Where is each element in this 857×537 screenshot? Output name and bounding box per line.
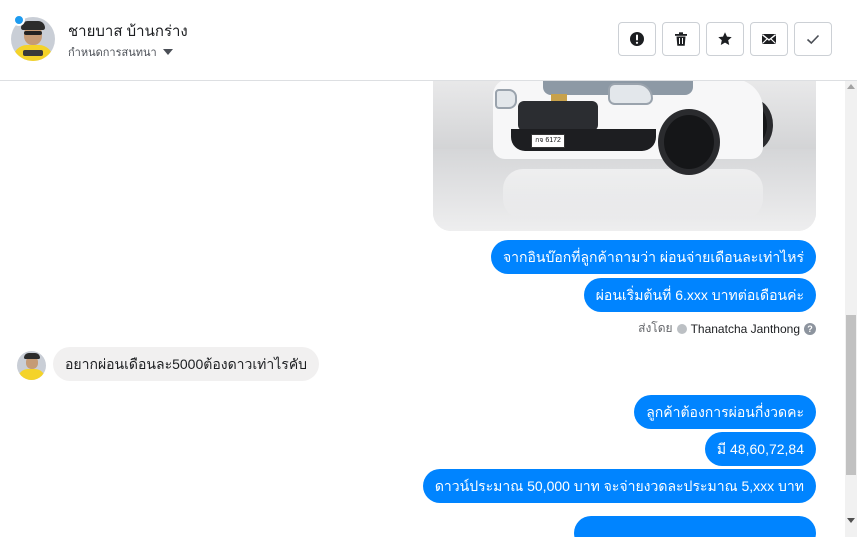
conversation-status-label: กำหนดการสนทนา: [68, 47, 157, 59]
scroll-thumb[interactable]: [846, 315, 856, 475]
outgoing-message[interactable]: จากอินบ๊อกที่ลูกค้าถามว่า ผ่อนจ่ายเดือนล…: [490, 240, 816, 274]
scroll-up-arrow-icon[interactable]: [847, 84, 855, 89]
check-icon: [806, 34, 820, 45]
contact-avatar[interactable]: [11, 14, 55, 61]
license-plate: กจ 6172: [531, 134, 565, 148]
contact-avatar-small[interactable]: [17, 351, 46, 380]
help-icon[interactable]: ?: [804, 322, 816, 335]
outgoing-message[interactable]: ลูกค้าต้องการผ่อนกี่งวดคะ: [634, 395, 816, 429]
conversation-actions: [618, 22, 832, 56]
star-button[interactable]: [706, 22, 744, 56]
outgoing-message-partial[interactable]: [574, 516, 816, 537]
thread-scrollbar[interactable]: [845, 81, 857, 537]
message-thread[interactable]: กจ 6172 จากอินบ๊อกที่ลูกค้าถามว่า ผ่อนจ่…: [0, 81, 845, 537]
trash-icon: [675, 32, 687, 46]
conversation-status-dropdown[interactable]: กำหนดการสนทนา: [68, 43, 173, 61]
sent-by-label: ส่งโดย Thanatcha Janthong ?: [638, 319, 816, 338]
mail-button[interactable]: [750, 22, 788, 56]
outgoing-message[interactable]: ผ่อนเริ่มต้นที่ 6.xxx บาทต่อเดือนค่ะ: [583, 278, 816, 312]
agent-name: Thanatcha Janthong: [690, 321, 800, 336]
star-icon: [718, 32, 732, 45]
report-icon: [630, 32, 644, 46]
scroll-down-arrow-icon[interactable]: [847, 518, 855, 523]
report-button[interactable]: [618, 22, 656, 56]
delete-button[interactable]: [662, 22, 700, 56]
chevron-down-icon: [162, 49, 173, 55]
verified-icon: [676, 323, 687, 334]
mail-icon: [762, 34, 776, 44]
messenger-badge-icon: [13, 14, 25, 26]
outgoing-message[interactable]: ดาวน์ประมาณ 50,000 บาท จะจ่ายงวดละประมาณ…: [422, 469, 816, 503]
contact-name[interactable]: ชายบาส บ้านกร่าง: [68, 19, 188, 43]
car-photo-attachment[interactable]: กจ 6172: [433, 81, 816, 231]
incoming-message[interactable]: อยากผ่อนเดือนละ5000ต้องดาวเท่าไรคับ: [53, 347, 320, 381]
conversation-header: ชายบาส บ้านกร่าง กำหนดการสนทนา: [0, 0, 857, 81]
sent-by-prefix: ส่งโดย: [638, 321, 673, 335]
mark-done-button[interactable]: [794, 22, 832, 56]
outgoing-message[interactable]: มี 48,60,72,84: [704, 432, 816, 466]
